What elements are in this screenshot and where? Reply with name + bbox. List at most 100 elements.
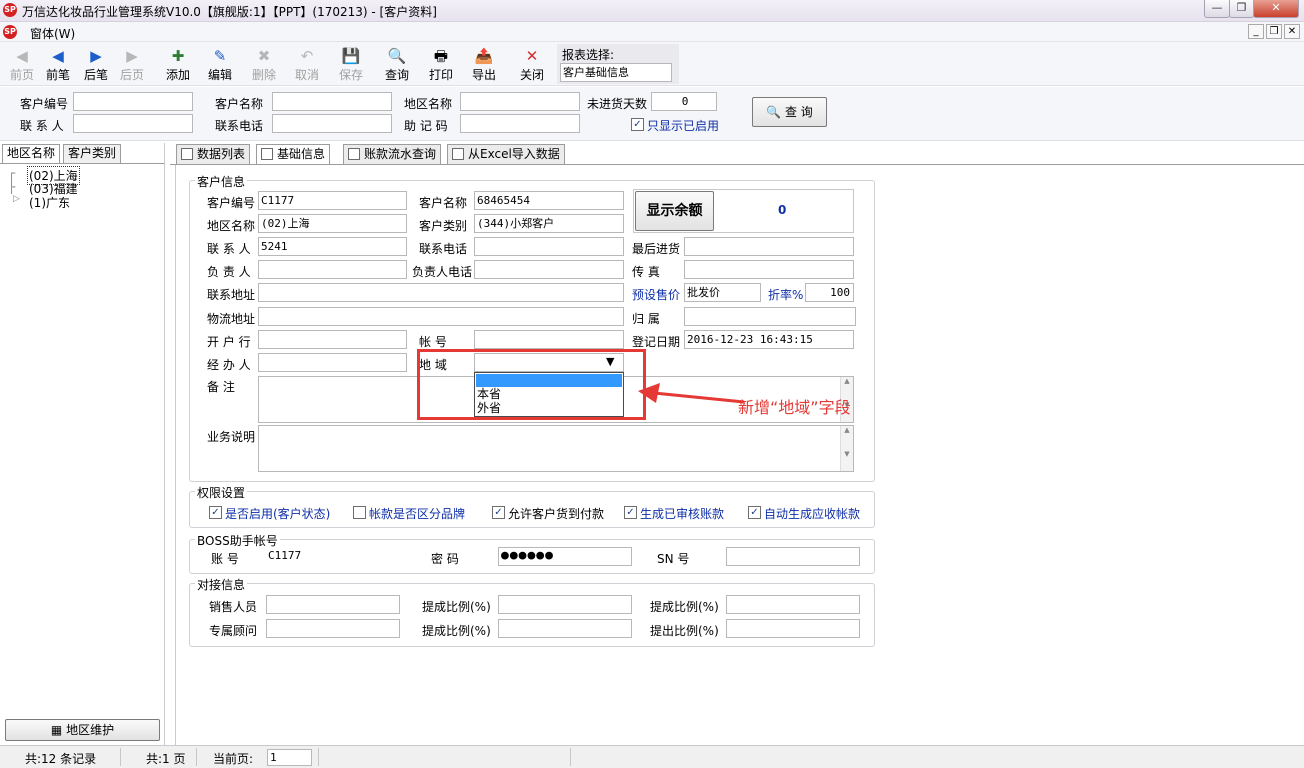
first-page-button[interactable]: ◀ 前页 (2, 46, 42, 86)
first-page-icon: ◀ (16, 47, 28, 65)
tab-basic-info[interactable]: 基础信息 (256, 144, 331, 165)
mdi-close-button[interactable]: ✕ (1284, 24, 1300, 39)
last-purchase-input[interactable] (684, 237, 854, 256)
filter-customer-code-input[interactable] (73, 92, 193, 111)
bank-input[interactable] (258, 330, 407, 349)
save-button[interactable]: 💾 保存 (331, 46, 371, 86)
delete-button[interactable]: ✖ 删除 (244, 46, 284, 86)
query-button[interactable]: 🔍 查询 (377, 46, 417, 86)
discount-input[interactable]: 100 (805, 283, 854, 302)
prev-record-button[interactable]: ◀ 前笔 (38, 46, 78, 86)
ratio-input-4[interactable] (726, 619, 860, 638)
print-button[interactable]: 🖶 打印 (421, 46, 461, 86)
title-bar: SP 万信达化妆品行业管理系统V10.0【旗舰版:1】【PPT】(170213)… (0, 0, 1304, 22)
tab-data-list-label: 数据列表 (197, 147, 246, 161)
tab-data-list[interactable]: 数据列表 (176, 144, 251, 164)
filter-query-button[interactable]: 🔍 查 询 (752, 97, 827, 127)
boss-account-label: 账 号 (211, 552, 239, 566)
filter-contact-input[interactable] (73, 114, 193, 133)
permission-checkbox[interactable]: ✓ (748, 506, 761, 519)
current-page-input[interactable]: 1 (267, 749, 312, 766)
code-input[interactable]: C1177 (258, 191, 407, 210)
business-scrollbar[interactable]: ▲ ▼ (840, 426, 853, 471)
close-window-button[interactable]: ✕ (1253, 0, 1299, 18)
page-count: 共:1 页 (146, 752, 186, 766)
principal-phone-input[interactable] (474, 260, 624, 279)
excel-icon (452, 148, 464, 160)
sales-input[interactable] (266, 595, 400, 614)
tree-expand-icon[interactable]: ▷ (13, 194, 20, 204)
account-label: 帐 号 (419, 335, 447, 349)
register-date-input[interactable]: 2016-12-23 16:43:15 (684, 330, 854, 349)
tab-excel-import[interactable]: 从Excel导入数据 (447, 144, 565, 164)
only-enabled-label: 只显示已启用 (647, 119, 720, 133)
left-panel: 地区名称 客户类别 ┌ (02)上海 ├ (03)福建 ▷ (1)广东 ▦ 地区… (0, 143, 165, 745)
phone-input[interactable] (474, 237, 624, 256)
next-record-button[interactable]: ▶ 后笔 (76, 46, 116, 86)
contact-input[interactable]: 5241 (258, 237, 407, 256)
region-input[interactable]: (02)上海 (258, 214, 407, 233)
logistics-input[interactable] (258, 307, 624, 326)
printer-icon: 🖶 (433, 47, 449, 65)
report-select-input[interactable]: 客户基础信息 (560, 63, 672, 82)
preset-price-input[interactable]: 批发价 (684, 283, 761, 302)
boss-sn-input[interactable] (726, 547, 860, 566)
remark-label: 备 注 (207, 380, 235, 394)
filter-days-input[interactable]: 0 (651, 92, 717, 111)
account-input[interactable] (474, 330, 624, 349)
filter-customer-name-label: 客户名称 (215, 97, 264, 111)
mdi-minimize-button[interactable]: _ (1248, 24, 1264, 39)
save-icon: 💾 (341, 47, 361, 65)
status-divider (570, 748, 571, 766)
name-input[interactable]: 68465454 (474, 191, 624, 210)
last-page-button[interactable]: ▶ 后页 (112, 46, 152, 86)
tab-customer-category[interactable]: 客户类别 (63, 144, 122, 163)
boss-password-input[interactable]: ●●●●●● (498, 547, 632, 566)
mdi-restore-button[interactable]: ❐ (1266, 24, 1282, 39)
menu-window[interactable]: 窗体(W) (30, 25, 75, 42)
ratio-input-2[interactable] (726, 595, 860, 614)
status-divider (196, 748, 197, 766)
add-button[interactable]: ✚ 添加 (158, 46, 198, 86)
maximize-button[interactable]: ❐ (1229, 0, 1254, 18)
tab-account-flow[interactable]: 账款流水查询 (343, 144, 442, 164)
edit-button[interactable]: ✎ 编辑 (200, 46, 240, 86)
filter-mnemonic-input[interactable] (460, 114, 580, 133)
filter-customer-name-input[interactable] (272, 92, 392, 111)
first-page-label: 前页 (9, 68, 34, 82)
principal-input[interactable] (258, 260, 407, 279)
permission-checkbox[interactable]: ✓ (492, 506, 505, 519)
tab-account-flow-label: 账款流水查询 (364, 147, 437, 161)
permission-checkbox[interactable]: ✓ (624, 506, 637, 519)
only-enabled-checkbox[interactable]: ✓ (631, 118, 644, 131)
code-label: 客户编号 (207, 196, 256, 210)
permissions-title: 权限设置 (195, 484, 248, 501)
export-button[interactable]: 📤 导出 (464, 46, 504, 86)
belong-input[interactable] (684, 307, 856, 326)
sales-label: 销售人员 (209, 600, 258, 614)
filter-phone-input[interactable] (272, 114, 392, 133)
preset-price-label: 预设售价 (632, 288, 681, 302)
fax-input[interactable] (684, 260, 854, 279)
delete-label: 删除 (251, 68, 276, 82)
search-icon: 🔍 (387, 47, 407, 65)
show-balance-button[interactable]: 显示余额 (635, 191, 714, 231)
close-button[interactable]: ✕ 关闭 (512, 46, 552, 86)
ratio-input-3[interactable] (498, 619, 632, 638)
business-textarea[interactable] (258, 425, 854, 472)
filter-region-input[interactable] (460, 92, 580, 111)
ratio-input[interactable] (498, 595, 632, 614)
tab-region-name[interactable]: 地区名称 (2, 144, 61, 164)
handler-input[interactable] (258, 353, 407, 372)
advisor-input[interactable] (266, 619, 400, 638)
ratio-label-2: 提成比例(%) (650, 600, 719, 614)
cancel-button[interactable]: ↶ 取消 (287, 46, 327, 86)
minimize-button[interactable]: — (1204, 0, 1230, 18)
tree-item[interactable]: (1)广东 (29, 194, 70, 211)
address-input[interactable] (258, 283, 624, 302)
type-input[interactable]: (344)小郑客户 (474, 214, 624, 233)
business-label: 业务说明 (207, 430, 256, 444)
permission-checkbox[interactable]: ✓ (209, 506, 222, 519)
permission-checkbox[interactable] (353, 506, 366, 519)
region-maintain-button[interactable]: ▦ 地区维护 (5, 719, 160, 741)
